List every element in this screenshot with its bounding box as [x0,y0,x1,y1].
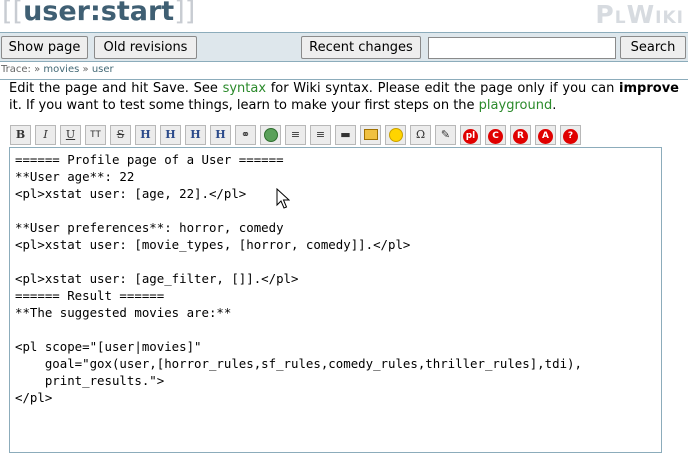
heading-menu-icon[interactable]: H [210,125,231,145]
search-input[interactable] [428,37,616,59]
logo-p: P [595,0,615,29]
intro-text: it. If you want to test some things, lea… [9,98,479,113]
signature-icon[interactable]: ✎ [435,125,456,145]
unordered-list-icon[interactable]: ≡ [310,125,331,145]
heading-same-icon[interactable]: H [135,125,156,145]
breadcrumb: Trace: » movies » user [0,62,688,80]
button-bar: Show page Old revisions Recent changes S… [0,32,688,62]
wiki-text-editor[interactable]: ====== Profile page of a User ====== **U… [9,147,662,453]
strikethrough-icon[interactable]: S [110,125,131,145]
ordered-list-icon[interactable]: ≡ [285,125,306,145]
header: [[user:start]] PLWIKI [0,0,688,32]
title-close-brackets: ]] [174,0,196,27]
external-link-icon[interactable] [260,125,281,145]
logo-l: L [614,8,627,28]
intro-text: . [552,98,557,113]
playground-link[interactable]: playground [479,98,553,113]
intro-improve-text: improve [619,81,679,96]
trace-separator: » [34,64,41,75]
intro-text: for Wiki syntax. Please edit the page on… [266,81,620,96]
logo-iki: IKI [655,8,684,28]
intro-text: Edit the page and hit [9,81,153,96]
wiki-logo[interactable]: PLWIKI [595,0,684,29]
page-title[interactable]: [[user:start]] [2,0,195,27]
show-page-button[interactable]: Show page [1,36,88,59]
horizontal-rule-icon[interactable]: ▬ [335,125,356,145]
a-icon[interactable]: A [535,125,556,145]
syntax-link[interactable]: syntax [223,81,266,96]
italic-icon[interactable]: I [35,125,56,145]
bold-icon[interactable]: B [10,125,31,145]
recent-changes-button[interactable]: Recent changes [301,36,421,59]
intro-save-text: Save [152,81,185,96]
underline-icon[interactable]: U [60,125,81,145]
image-icon[interactable] [360,125,381,145]
title-page-name[interactable]: user:start [23,0,174,27]
mouse-pointer-icon [276,188,290,209]
trace-link-user[interactable]: user [92,64,114,75]
trace-link-movies[interactable]: movies [43,64,79,75]
title-open-brackets: [[ [2,0,24,27]
logo-w: W [626,0,656,29]
heading-higher-icon[interactable]: H [185,125,206,145]
link-icon[interactable]: ⚭ [235,125,256,145]
c-icon[interactable]: C [485,125,506,145]
smiley-icon[interactable] [385,125,406,145]
monospace-icon[interactable]: TT [85,125,106,145]
intro-text: . See [184,81,223,96]
edit-intro: Edit the page and hit Save. See syntax f… [9,80,679,114]
pl-icon[interactable]: pl [460,125,481,145]
search-button[interactable]: Search [620,36,686,59]
r-icon[interactable]: R [510,125,531,145]
question-icon[interactable]: ? [560,125,581,145]
heading-lower-icon[interactable]: H [160,125,181,145]
old-revisions-button[interactable]: Old revisions [94,36,197,59]
special-chars-icon[interactable]: Ω [410,125,431,145]
trace-label: Trace: [1,64,31,75]
editor-content[interactable]: ====== Profile page of a User ====== **U… [10,148,661,406]
trace-separator: » [82,64,89,75]
